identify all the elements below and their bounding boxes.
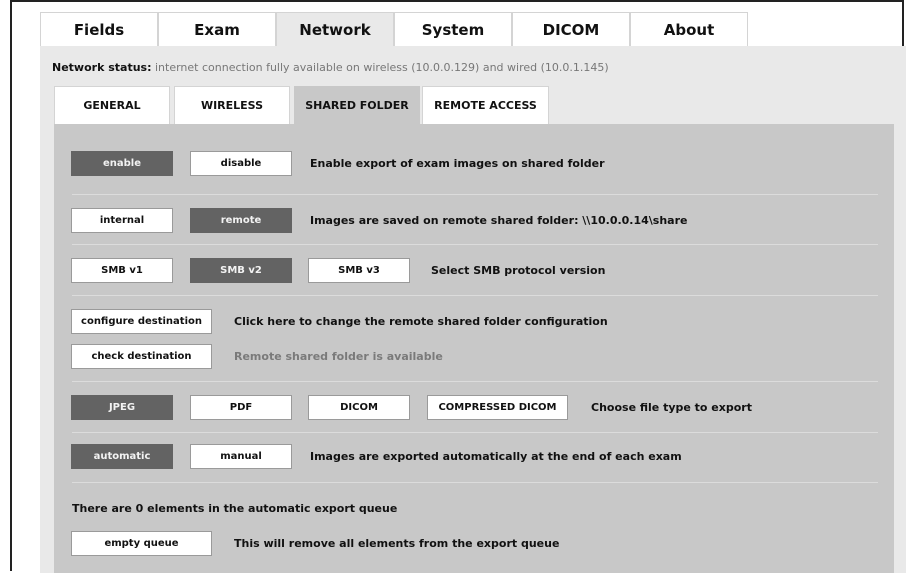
divider — [72, 194, 878, 195]
tab-system[interactable]: System — [394, 12, 512, 46]
enable-button[interactable]: enable — [71, 151, 173, 176]
compressed-dicom-button[interactable]: COMPRESSED DICOM — [427, 395, 568, 420]
app-window: Fields Exam Network System DICOM About N… — [10, 0, 906, 573]
divider — [72, 482, 878, 483]
configure-destination-description: Click here to change the remote shared f… — [234, 315, 608, 328]
destination-status: Remote shared folder is available — [234, 350, 443, 363]
smb-v1-button[interactable]: SMB v1 — [71, 258, 173, 283]
tab-remote-access[interactable]: REMOTE ACCESS — [422, 86, 549, 124]
tab-fields[interactable]: Fields — [40, 12, 158, 46]
network-panel: Network status: internet connection full… — [40, 46, 906, 573]
divider — [72, 295, 878, 296]
network-status-label: Network status: — [52, 61, 152, 74]
automatic-button[interactable]: automatic — [71, 444, 173, 469]
tab-dicom[interactable]: DICOM — [512, 12, 630, 46]
tab-exam[interactable]: Exam — [158, 12, 276, 46]
internal-button[interactable]: internal — [71, 208, 173, 233]
empty-queue-description: This will remove all elements from the e… — [234, 537, 560, 550]
shared-folder-content: enable disable Enable export of exam ima… — [54, 124, 894, 573]
network-status: Network status: internet connection full… — [52, 61, 609, 74]
divider — [72, 244, 878, 245]
remote-button[interactable]: remote — [190, 208, 292, 233]
tab-general[interactable]: GENERAL — [54, 86, 170, 124]
jpeg-button[interactable]: JPEG — [71, 395, 173, 420]
tab-wireless[interactable]: WIRELESS — [174, 86, 290, 124]
empty-queue-button[interactable]: empty queue — [71, 531, 212, 556]
manual-button[interactable]: manual — [190, 444, 292, 469]
divider — [72, 381, 878, 382]
smb-v2-button[interactable]: SMB v2 — [190, 258, 292, 283]
file-type-description: Choose file type to export — [591, 401, 752, 414]
tab-network[interactable]: Network — [276, 12, 394, 46]
dicom-button[interactable]: DICOM — [308, 395, 410, 420]
check-destination-button[interactable]: check destination — [71, 344, 212, 369]
mode-description: Images are exported automatically at the… — [310, 450, 682, 463]
tab-shared-folder[interactable]: SHARED FOLDER — [294, 86, 420, 124]
queue-count: There are 0 elements in the automatic ex… — [72, 502, 398, 515]
tab-about[interactable]: About — [630, 12, 748, 46]
divider — [72, 432, 878, 433]
pdf-button[interactable]: PDF — [190, 395, 292, 420]
smb-description: Select SMB protocol version — [431, 264, 606, 277]
location-description: Images are saved on remote shared folder… — [310, 214, 688, 227]
export-enable-description: Enable export of exam images on shared f… — [310, 157, 605, 170]
smb-v3-button[interactable]: SMB v3 — [308, 258, 410, 283]
network-status-text: internet connection fully available on w… — [154, 61, 609, 74]
configure-destination-button[interactable]: configure destination — [71, 309, 212, 334]
disable-button[interactable]: disable — [190, 151, 292, 176]
